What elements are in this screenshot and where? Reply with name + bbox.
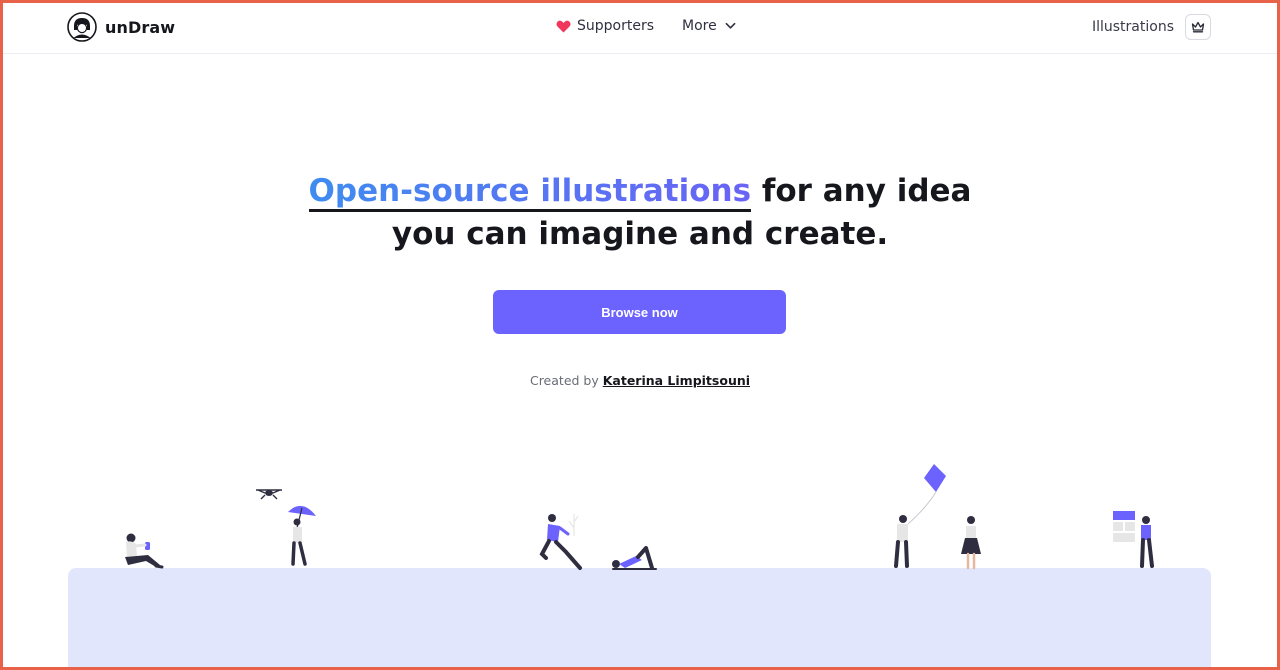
- brand-home-link[interactable]: unDraw: [67, 12, 175, 42]
- drone-illustration: [256, 489, 282, 500]
- headline-highlight-link[interactable]: Open-source illustrations: [308, 173, 752, 212]
- running-person-illustration: [539, 514, 582, 570]
- premium-crown-button[interactable]: [1185, 14, 1211, 40]
- nav-more-label: More: [682, 18, 717, 34]
- sitting-person-illustration: [125, 533, 164, 569]
- chevron-down-icon: [725, 22, 736, 29]
- headline-text-2: you can imagine and create.: [391, 216, 889, 252]
- illustrations-link[interactable]: Illustrations: [1092, 19, 1174, 35]
- creator-link[interactable]: Katerina Limpitsouni: [603, 373, 750, 388]
- board-person-illustration: [1113, 511, 1154, 568]
- yoga-person-illustration: [612, 546, 657, 570]
- kite-person-illustration: [894, 464, 946, 568]
- top-navbar: unDraw Supporters More Illustrations: [0, 0, 1280, 54]
- heart-icon: [556, 20, 571, 33]
- right-nav: Illustrations: [1092, 14, 1211, 40]
- headline-text-1: for any idea: [751, 173, 972, 209]
- browse-now-button[interactable]: Browse now: [493, 290, 786, 334]
- umbrella-person-illustration: [288, 505, 316, 566]
- hero-headline: Open-source illustrations for any idea y…: [0, 170, 1280, 256]
- nav-supporters-label: Supporters: [577, 18, 655, 34]
- crown-icon: [1191, 21, 1205, 33]
- nav-supporters-link[interactable]: Supporters: [556, 18, 654, 34]
- main-nav: Supporters More: [556, 18, 736, 34]
- illustration-showcase-panel: [68, 568, 1211, 670]
- creator-credit: Created by Katerina Limpitsouni: [0, 373, 1280, 388]
- undraw-avatar-logo-icon: [67, 12, 97, 42]
- credit-prefix: Created by: [529, 373, 603, 388]
- brand-name: unDraw: [105, 17, 176, 37]
- standing-woman-illustration: [961, 516, 981, 570]
- hero-section: Open-source illustrations for any idea y…: [0, 170, 1280, 256]
- nav-more-dropdown[interactable]: More: [682, 18, 736, 34]
